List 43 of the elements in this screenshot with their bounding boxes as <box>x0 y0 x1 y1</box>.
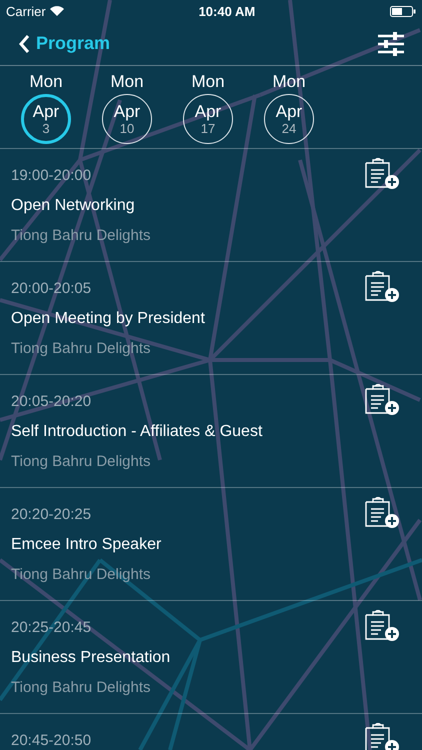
add-to-agenda-button[interactable] <box>364 723 400 750</box>
add-to-agenda-button[interactable] <box>364 497 400 529</box>
clock-time: 10:40 AM <box>198 4 256 18</box>
add-to-agenda-button[interactable] <box>364 271 400 303</box>
session-title: Open Meeting by President <box>11 309 205 328</box>
date-button[interactable]: Apr 3 <box>21 94 71 144</box>
clipboard-add-icon <box>364 384 400 416</box>
add-to-agenda-button[interactable] <box>364 158 400 190</box>
session-venue: Tiong Bahru Delights <box>11 565 152 584</box>
clipboard-add-icon <box>364 497 400 529</box>
weekday-label: Mon <box>191 72 225 92</box>
session-time: 19:00-20:00 <box>11 166 92 185</box>
session-venue: Tiong Bahru Delights <box>11 678 152 697</box>
weekday-label: Mon <box>29 72 63 92</box>
session-time: 20:05-20:20 <box>11 392 92 411</box>
session-title: Emcee Intro Speaker <box>11 535 162 554</box>
back-button[interactable]: Program <box>18 33 110 54</box>
clipboard-add-icon <box>364 158 400 190</box>
add-to-agenda-button[interactable] <box>364 384 400 416</box>
session-venue: Tiong Bahru Delights <box>11 339 152 358</box>
session-title: Business Presentation <box>11 648 170 667</box>
filter-button[interactable] <box>378 32 404 56</box>
session-time: 20:00-20:05 <box>11 279 92 298</box>
battery-icon <box>390 6 416 16</box>
carrier-label: Carrier <box>6 4 46 18</box>
session-venue: Tiong Bahru Delights <box>11 452 152 471</box>
wifi-icon <box>50 6 64 16</box>
session-title: Open Networking <box>11 196 136 215</box>
date-button[interactable]: Apr 24 <box>264 94 314 144</box>
add-to-agenda-button[interactable] <box>364 610 400 642</box>
session-venue: Tiong Bahru Delights <box>11 226 151 245</box>
session-time: 20:25-20:45 <box>11 618 92 637</box>
back-chevron-icon <box>18 34 30 54</box>
session-time: 20:45-20:50 <box>11 731 92 750</box>
date-button[interactable]: Apr 17 <box>183 94 233 144</box>
clipboard-add-icon <box>364 271 400 303</box>
sliders-icon <box>378 32 404 56</box>
session-time: 20:20-20:25 <box>11 505 92 524</box>
session-title: Self Introduction - Affiliates & Guest <box>11 422 262 441</box>
weekday-label: Mon <box>272 72 306 92</box>
date-button[interactable]: Apr 10 <box>102 94 152 144</box>
clipboard-add-icon <box>364 610 400 642</box>
weekday-label: Mon <box>110 72 144 92</box>
